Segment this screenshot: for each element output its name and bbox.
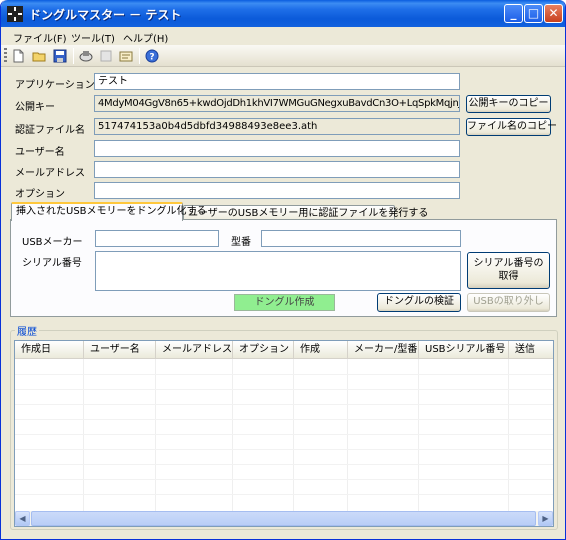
remove-usb-button[interactable]: USBの取り外し (467, 293, 550, 312)
toolbar-grip[interactable] (4, 48, 7, 64)
make-dongle-button[interactable]: ドングル作成 (234, 294, 335, 311)
menu-tools[interactable]: ツール(T) (71, 30, 115, 45)
app-icon (7, 6, 23, 22)
certificate-icon[interactable] (119, 49, 133, 63)
maximize-icon: □ (527, 6, 540, 20)
dongle-icon[interactable] (79, 49, 93, 63)
copy-public-key-button[interactable]: 公開キーのコピー (466, 95, 551, 113)
usb-maker-label: USBメーカー (22, 237, 83, 248)
menu-bar: ファイル(F) ツール(T) ヘルプ(H) (1, 27, 565, 45)
auth-file-label: 認証ファイル名 (15, 125, 85, 136)
get-serial-button[interactable]: シリアル番号の 取得 (467, 252, 550, 289)
open-folder-icon[interactable] (32, 49, 46, 63)
history-title: 履歴 (15, 323, 39, 338)
column-header[interactable]: メールアドレス (156, 341, 233, 359)
minimize-button[interactable]: _ (504, 4, 523, 23)
maximize-button[interactable]: □ (524, 4, 543, 23)
app-name-label: アプリケーション名 (15, 80, 105, 91)
user-name-label: ユーザー名 (15, 147, 65, 158)
column-header[interactable]: メーカー/型番 (348, 341, 419, 359)
user-name-field[interactable] (94, 140, 460, 157)
serial-label: シリアル番号 (22, 258, 82, 269)
menu-file[interactable]: ファイル(F) (13, 30, 67, 45)
window-title: ドングルマスター － テスト (29, 8, 182, 22)
auth-file-field[interactable]: 517474153a0b4d5dbfd34988493e8ee3.ath (94, 118, 460, 135)
public-key-field[interactable]: 4MdyM04GgV8n65+kwdOjdDh1khVI7WMGuGNegxuB… (94, 95, 460, 112)
email-label: メールアドレス (15, 168, 85, 179)
scroll-left-icon[interactable]: ◀ (15, 511, 30, 526)
verify-dongle-button[interactable]: ドングルの検証 (377, 293, 461, 312)
tab-panel: USBメーカー 型番 シリアル番号 シリアル番号の 取得 ドングル作成 ドングル… (10, 219, 557, 317)
scrollbar-thumb[interactable] (31, 511, 536, 526)
column-header[interactable]: ユーザー名 (84, 341, 156, 359)
toolbar-separator (139, 48, 140, 64)
history-table[interactable]: 作成日 ユーザー名 メールアドレス オプション 作成 メーカー/型番 USBシリ… (14, 340, 554, 527)
horizontal-scrollbar[interactable]: ◀ ▶ (15, 511, 553, 526)
option-field[interactable] (94, 182, 460, 199)
history-table-header: 作成日 ユーザー名 メールアドレス オプション 作成 メーカー/型番 USBシリ… (15, 341, 553, 359)
serial-field[interactable] (95, 251, 461, 291)
close-icon: ✕ (548, 6, 559, 20)
app-window: ドングルマスター － テスト _ □ ✕ ファイル(F) ツール(T) ヘルプ(… (0, 0, 566, 540)
toolbar: ? (1, 45, 565, 67)
column-header[interactable]: 作成 (294, 341, 348, 359)
disabled-doc-icon[interactable] (99, 49, 113, 63)
email-field[interactable] (94, 161, 460, 178)
model-label: 型番 (231, 237, 251, 248)
column-header[interactable]: オプション (233, 341, 294, 359)
help-icon[interactable]: ? (145, 49, 159, 63)
usb-maker-field[interactable] (95, 230, 219, 247)
copy-file-name-button[interactable]: ファイル名のコピー (466, 118, 557, 136)
column-header[interactable]: USBシリアル番号 (419, 341, 509, 359)
column-header[interactable]: 作成日 (15, 341, 84, 359)
svg-text:?: ? (149, 53, 154, 63)
close-button[interactable]: ✕ (544, 4, 563, 23)
public-key-label: 公開キー (15, 102, 55, 113)
column-header[interactable]: 送信 (509, 341, 553, 359)
option-label: オプション (15, 189, 65, 200)
menu-help[interactable]: ヘルプ(H) (123, 30, 168, 45)
toolbar-separator (73, 48, 74, 64)
tab-make-dongle[interactable]: 挿入されたUSBメモリーをドングル化する (11, 202, 207, 221)
minimize-icon: _ (510, 6, 517, 20)
title-bar[interactable]: ドングルマスター － テスト _ □ ✕ (1, 0, 565, 27)
app-name-field[interactable]: テスト (94, 73, 460, 90)
save-icon[interactable] (53, 49, 67, 63)
scroll-right-icon[interactable]: ▶ (538, 511, 553, 526)
model-field[interactable] (261, 230, 461, 247)
new-file-icon[interactable] (11, 49, 25, 63)
